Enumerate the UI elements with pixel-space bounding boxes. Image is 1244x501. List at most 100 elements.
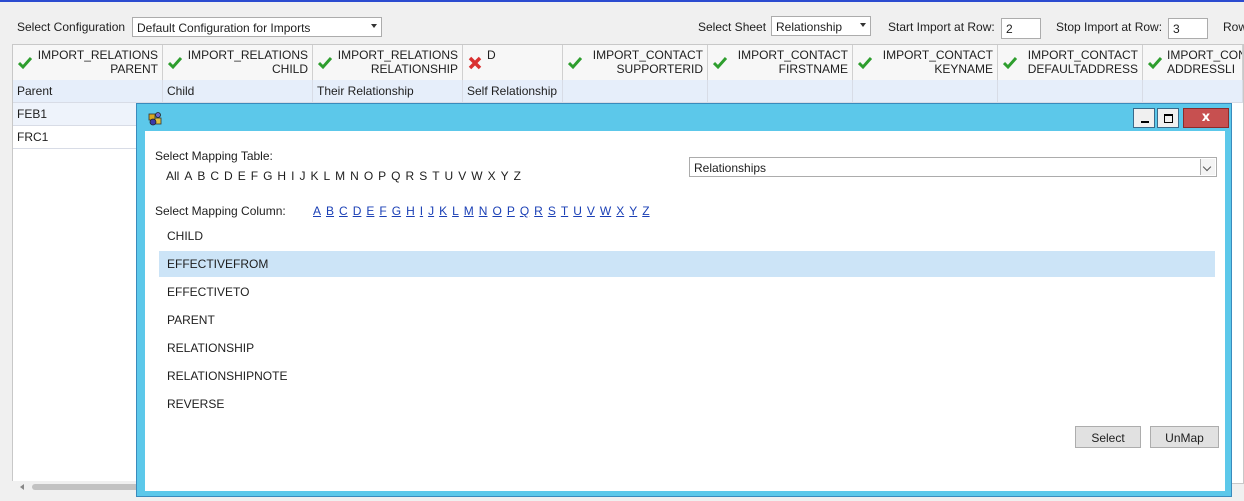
table-letter-link[interactable]: R bbox=[406, 169, 415, 183]
table-letter-link[interactable]: J bbox=[299, 169, 305, 183]
dialog-titlebar[interactable]: x bbox=[137, 104, 1231, 130]
table-letter-link[interactable]: V bbox=[458, 169, 466, 183]
table-cell[interactable] bbox=[708, 80, 853, 103]
column-header[interactable]: IMPORT_RELATIONS RELATIONSHIP bbox=[313, 45, 463, 80]
column-letter-link[interactable]: W bbox=[600, 204, 611, 218]
table-letter-link[interactable]: E bbox=[238, 169, 246, 183]
table-letter-link[interactable]: Q bbox=[391, 169, 400, 183]
mapping-column-item[interactable]: CHILD bbox=[159, 223, 1215, 249]
column-letter-link[interactable]: H bbox=[406, 204, 415, 218]
table-letter-link[interactable]: L bbox=[323, 169, 330, 183]
table-letter-link[interactable]: U bbox=[445, 169, 454, 183]
column-header[interactable]: IMPORT_RELATIONS PARENT bbox=[13, 45, 163, 80]
column-letter-link[interactable]: A bbox=[313, 204, 321, 218]
column-letter-link[interactable]: U bbox=[573, 204, 582, 218]
column-letter-link[interactable]: B bbox=[326, 204, 334, 218]
config-select[interactable]: Default Configuration for Imports bbox=[132, 17, 382, 37]
table-letter-link[interactable]: F bbox=[251, 169, 258, 183]
mapping-column-item[interactable]: EFFECTIVETO bbox=[159, 279, 1215, 305]
column-header[interactable]: IMPORT_CONTACT FIRSTNAME bbox=[708, 45, 853, 80]
table-letter-link[interactable]: All bbox=[166, 169, 179, 183]
sheet-select-value: Relationship bbox=[776, 20, 843, 34]
table-letter-link[interactable]: Y bbox=[501, 169, 509, 183]
column-header-line2: CHILD bbox=[271, 62, 308, 76]
column-header[interactable]: IMPORT_CONTACT DEFAULTADDRESS bbox=[998, 45, 1143, 80]
table-letter-link[interactable]: T bbox=[432, 169, 439, 183]
table-cell[interactable]: Parent bbox=[13, 80, 163, 103]
close-icon: x bbox=[1201, 110, 1211, 125]
sheet-select[interactable]: Relationship bbox=[771, 16, 871, 36]
table-letter-link[interactable]: K bbox=[310, 169, 318, 183]
table-letter-link[interactable]: A bbox=[184, 169, 192, 183]
column-letter-link[interactable]: S bbox=[548, 204, 556, 218]
table-cell[interactable] bbox=[853, 80, 998, 103]
chevron-down-icon[interactable] bbox=[1200, 159, 1215, 175]
column-letter-link[interactable]: K bbox=[439, 204, 447, 218]
table-letter-link[interactable]: B bbox=[197, 169, 205, 183]
scroll-left-icon[interactable] bbox=[20, 484, 24, 490]
column-header-line2: DEFAULTADDRESS bbox=[1027, 62, 1138, 76]
maximize-button[interactable] bbox=[1157, 108, 1179, 128]
table-letter-link[interactable]: H bbox=[277, 169, 286, 183]
column-header-line2: RELATIONSHIP bbox=[370, 62, 458, 76]
column-letter-link[interactable]: V bbox=[587, 204, 595, 218]
column-header[interactable]: IMPORT_RELATIONS CHILD bbox=[163, 45, 313, 80]
table-letter-link[interactable]: S bbox=[419, 169, 427, 183]
table-cell[interactable]: Self Relationship bbox=[463, 80, 563, 103]
table-letter-link[interactable]: X bbox=[488, 169, 496, 183]
scrollbar-thumb[interactable] bbox=[32, 484, 152, 490]
mapping-column-item[interactable]: REVERSE bbox=[159, 391, 1215, 417]
minimize-button[interactable] bbox=[1133, 108, 1155, 128]
column-letter-link[interactable]: C bbox=[339, 204, 348, 218]
column-header-line1: IMPORT_RELATIONS bbox=[37, 48, 158, 62]
start-row-input[interactable]: 2 bbox=[1001, 18, 1041, 39]
column-letter-link[interactable]: O bbox=[492, 204, 501, 218]
table-letter-link[interactable]: G bbox=[263, 169, 272, 183]
mapping-table-select[interactable]: Relationships bbox=[689, 157, 1217, 177]
horizontal-scrollbar[interactable] bbox=[12, 481, 152, 493]
select-button[interactable]: Select bbox=[1075, 426, 1141, 448]
table-row[interactable]: Parent Child Their Relationship Self Rel… bbox=[13, 80, 1243, 103]
mapping-column-item[interactable]: RELATIONSHIPNOTE bbox=[159, 363, 1215, 389]
table-letter-link[interactable]: M bbox=[335, 169, 345, 183]
column-header[interactable]: IMPORT_CONTACT KEYNAME bbox=[853, 45, 998, 80]
table-letter-link[interactable]: Z bbox=[514, 169, 521, 183]
table-letter-link[interactable]: I bbox=[291, 169, 294, 183]
table-cell[interactable]: Their Relationship bbox=[313, 80, 463, 103]
column-header[interactable]: IMPORT_CON ADDRESSLI bbox=[1143, 45, 1243, 80]
column-letter-link[interactable]: I bbox=[420, 204, 423, 218]
column-letter-link[interactable]: Z bbox=[642, 204, 649, 218]
stop-row-input[interactable]: 3 bbox=[1168, 18, 1208, 39]
column-letter-link[interactable]: P bbox=[507, 204, 515, 218]
table-cell[interactable] bbox=[998, 80, 1143, 103]
column-letter-link[interactable]: G bbox=[392, 204, 401, 218]
table-letter-link[interactable]: D bbox=[224, 169, 233, 183]
column-header[interactable]: D bbox=[463, 45, 563, 80]
unmap-button[interactable]: UnMap bbox=[1150, 426, 1219, 448]
column-header[interactable]: IMPORT_CONTACT SUPPORTERID bbox=[563, 45, 708, 80]
column-letter-link[interactable]: N bbox=[479, 204, 488, 218]
column-letter-link[interactable]: R bbox=[534, 204, 543, 218]
table-letter-link[interactable]: W bbox=[471, 169, 482, 183]
close-button[interactable]: x bbox=[1183, 108, 1229, 128]
table-cell[interactable] bbox=[1143, 80, 1243, 103]
column-letter-link[interactable]: M bbox=[464, 204, 474, 218]
table-letter-link[interactable]: C bbox=[210, 169, 219, 183]
column-letter-link[interactable]: E bbox=[366, 204, 374, 218]
mapping-column-item[interactable]: PARENT bbox=[159, 307, 1215, 333]
column-letter-link[interactable]: X bbox=[616, 204, 624, 218]
column-letter-link[interactable]: D bbox=[353, 204, 362, 218]
column-letter-link[interactable]: L bbox=[452, 204, 459, 218]
table-letter-link[interactable]: O bbox=[364, 169, 373, 183]
table-letter-link[interactable]: N bbox=[350, 169, 359, 183]
table-letter-link[interactable]: P bbox=[378, 169, 386, 183]
column-letter-link[interactable]: T bbox=[561, 204, 568, 218]
mapping-column-item[interactable]: EFFECTIVEFROM bbox=[159, 251, 1215, 277]
table-cell[interactable] bbox=[563, 80, 708, 103]
column-letter-link[interactable]: Y bbox=[629, 204, 637, 218]
column-letter-link[interactable]: Q bbox=[520, 204, 529, 218]
column-letter-link[interactable]: J bbox=[428, 204, 434, 218]
mapping-column-item[interactable]: RELATIONSHIP bbox=[159, 335, 1215, 361]
table-cell[interactable]: Child bbox=[163, 80, 313, 103]
column-letter-link[interactable]: F bbox=[379, 204, 386, 218]
